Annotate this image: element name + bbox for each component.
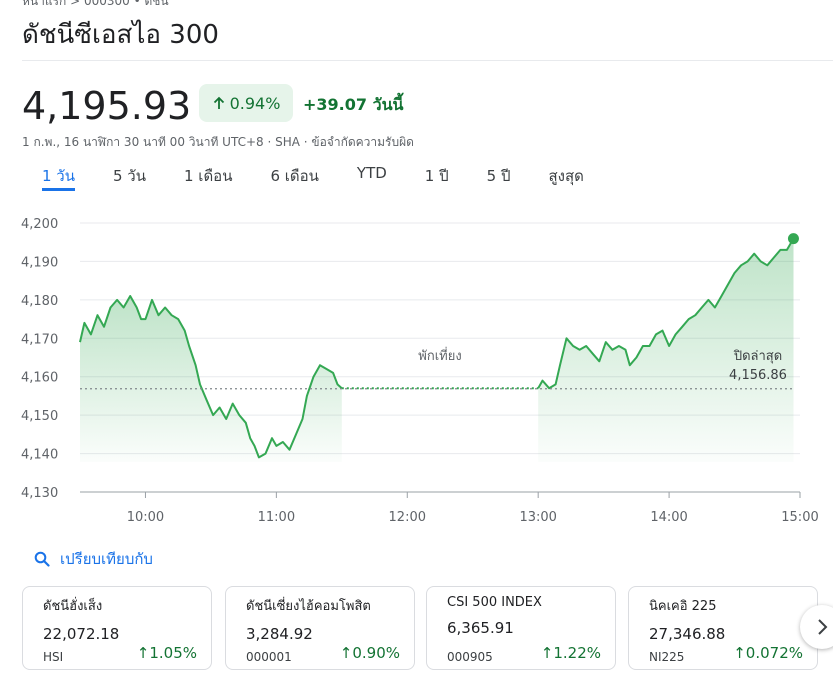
card-change-value: 1.22% [553, 644, 601, 662]
y-tick-label: 4,140 [21, 448, 58, 463]
card-change: ↑1.05% [137, 644, 197, 662]
quote-meta[interactable]: 1 ก.พ., 16 นาฬิกา 30 นาที 00 วินาที UTC+… [22, 133, 414, 152]
tab-6-month[interactable]: 6 เดือน [270, 164, 318, 188]
card-symbol: 000905 [447, 650, 493, 664]
y-tick-label: 4,200 [21, 217, 58, 232]
card-value: 27,346.88 [649, 625, 726, 643]
range-tabs: 1 วัน 5 วัน 1 เดือน 6 เดือน YTD 1 ปี 5 ป… [22, 164, 584, 191]
breadcrumb[interactable]: หน้าแรก > 000300 • ดัชนี [22, 0, 169, 11]
card-value: 6,365.91 [447, 619, 514, 637]
chevron-right-icon [818, 619, 828, 635]
divider [22, 60, 833, 61]
y-tick-label: 4,190 [21, 255, 58, 270]
card-symbol: NI225 [649, 650, 685, 664]
arrow-up-icon [213, 96, 224, 109]
related-card[interactable]: ดัชนีฮั่งเส็ง 22,072.18 HSI ↑1.05% [22, 586, 212, 670]
tab-5-day[interactable]: 5 วัน [113, 164, 146, 188]
previous-close-value: 4,156.86 [729, 368, 787, 383]
card-name: CSI 500 INDEX [447, 595, 542, 610]
arrow-up-icon: ↑ [733, 644, 746, 662]
tab-1-year[interactable]: 1 ปี [425, 164, 449, 188]
lunch-break-label: พักเที่ยง [418, 347, 461, 364]
change-value: +39.07 วันนี้ [303, 95, 404, 114]
card-name: ดัชนีเซี่ยงไฮ้คอมโพสิต [246, 599, 371, 614]
related-card[interactable]: ดัชนีเซี่ยงไฮ้คอมโพสิต 3,284.92 000001 ↑… [225, 586, 415, 670]
page-title: ดัชนีซีเอสไอ 300 [22, 20, 219, 50]
x-tick-label: 10:00 [127, 510, 164, 525]
card-change: ↑0.072% [733, 644, 803, 662]
x-tick-label: 11:00 [258, 510, 295, 525]
arrow-up-icon: ↑ [339, 644, 353, 662]
x-tick-label: 12:00 [389, 510, 426, 525]
related-card[interactable]: นิคเคอิ 225 27,346.88 NI225 ↑0.072% [628, 586, 818, 670]
card-change-value: 0.072% [745, 644, 803, 662]
card-value: 3,284.92 [246, 625, 313, 643]
tab-max[interactable]: สูงสุด [548, 164, 583, 188]
price-chart[interactable]: 4,200 4,190 4,180 4,170 4,160 4,150 4,140 4,130… [0, 200, 833, 530]
card-symbol: 000001 [246, 650, 292, 664]
tab-5-year[interactable]: 5 ปี [487, 164, 511, 188]
arrow-up-icon: ↑ [540, 644, 554, 662]
tab-ytd[interactable]: YTD [357, 164, 387, 188]
current-price: 4,195.93 [22, 84, 192, 128]
search-icon [34, 551, 50, 567]
y-tick-label: 4,160 [21, 371, 58, 386]
arrow-up-icon: ↑ [136, 644, 150, 662]
card-change-value: 0.90% [352, 644, 400, 662]
card-change: ↑1.22% [541, 644, 601, 662]
y-tick-label: 4,150 [21, 409, 58, 424]
tab-1-day[interactable]: 1 วัน [42, 164, 75, 191]
change-percent-badge: 0.94% [199, 84, 293, 122]
compare-button[interactable]: เปรียบเทียบกับ [34, 547, 153, 571]
x-tick-label: 14:00 [650, 510, 687, 525]
compare-label: เปรียบเทียบกับ [60, 550, 153, 568]
related-card[interactable]: CSI 500 INDEX 6,365.91 000905 ↑1.22% [426, 586, 616, 670]
last-price-dot [787, 233, 799, 245]
card-symbol: HSI [43, 650, 64, 664]
card-name: ดัชนีฮั่งเส็ง [43, 599, 103, 614]
x-tick-label: 13:00 [519, 510, 556, 525]
y-tick-label: 4,170 [21, 332, 58, 347]
y-tick-label: 4,180 [21, 294, 58, 309]
card-change: ↑0.90% [340, 644, 400, 662]
x-tick-label: 15:00 [781, 510, 818, 525]
card-value: 22,072.18 [43, 625, 120, 643]
card-name: นิคเคอิ 225 [649, 599, 717, 614]
change-percent: 0.94% [229, 93, 281, 113]
tab-1-month[interactable]: 1 เดือน [184, 164, 232, 188]
morning-session-area [80, 296, 342, 462]
previous-close-label: ปิดล่าสุด [733, 349, 782, 364]
y-tick-label: 4,130 [21, 486, 58, 501]
card-change-value: 1.05% [149, 644, 197, 662]
